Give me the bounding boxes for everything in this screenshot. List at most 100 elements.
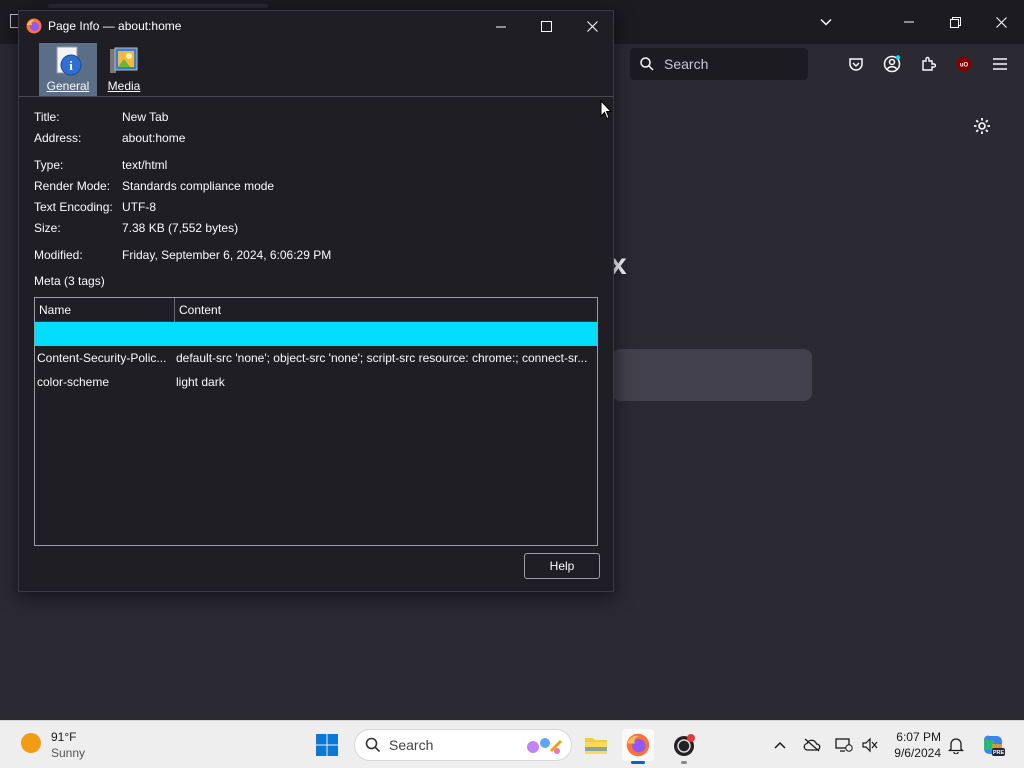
puzzle-icon [922,56,936,71]
windows-start-icon[interactable] [315,733,339,757]
account-button[interactable] [882,54,902,74]
title-label: Title: [34,110,60,124]
network-icon [835,738,853,752]
bell-icon [948,738,964,754]
browser-tab[interactable] [48,4,268,8]
tab-overview-icon[interactable] [10,14,18,28]
folder-icon [585,738,607,754]
meta-table[interactable]: Name Content Content-Security-Polic... d… [34,297,598,546]
file-explorer-button[interactable] [580,729,612,761]
mouse-cursor-icon [600,100,612,120]
notifications-button[interactable] [946,735,966,755]
column-header-content[interactable]: Content [175,298,221,322]
ublock-origin-button[interactable]: uO [954,54,974,74]
taskbar: 91°F Sunny Search 6:07 PM 9/6/2024 PRE [0,720,1024,768]
meta-name-cell: Content-Security-Polic... [37,351,167,365]
meta-content-cell: default-src 'none'; object-src 'none'; s… [176,351,588,365]
type-label: Type: [34,158,64,172]
obs-icon [674,734,695,756]
taskbar-search-box[interactable]: Search [354,729,572,761]
restore-icon [949,16,961,28]
pocket-icon [849,58,863,71]
browser-close-button[interactable] [978,0,1024,44]
table-header: Name Content [35,298,597,322]
obs-studio-button[interactable] [668,729,700,764]
firefox-taskbar-button[interactable] [622,729,654,764]
maximize-icon [540,21,552,32]
media-icon [110,47,138,73]
firefox-logo-icon [626,733,650,757]
tab-general-label: General [46,79,90,93]
speaker-muted-icon [862,737,878,753]
chevron-down-icon [820,18,832,26]
weather-description[interactable]: Sunny [51,746,85,760]
render-mode-value: Standards compliance mode [122,179,275,193]
cloud-off-icon [803,738,821,752]
tab-general[interactable]: i General [39,43,97,96]
dialog-titlebar: Page Info — about:home [19,11,613,42]
dialog-minimize-button[interactable] [478,11,524,42]
active-app-indicator [631,761,645,764]
browser-minimize-button[interactable] [886,0,932,44]
browser-search-placeholder: Search [664,56,709,72]
column-header-name[interactable]: Name [35,298,175,322]
text-encoding-value: UTF-8 [122,200,156,214]
size-label: Size: [34,221,61,235]
minimize-icon [496,26,506,27]
ublock-origin-icon: uO [956,56,972,72]
type-value: text/html [122,158,168,172]
close-icon [995,16,1007,28]
app-menu-button[interactable] [990,54,1010,74]
copilot-button[interactable]: PRE [980,732,1006,758]
tab-media-label: Media [107,79,141,93]
taskbar-search-placeholder: Search [389,737,434,753]
network-tray-button[interactable] [834,735,854,755]
weather-temperature[interactable]: 91°F [51,730,76,744]
help-button[interactable]: Help [524,553,600,579]
table-row[interactable]: color-scheme light dark [35,370,597,394]
extensions-button[interactable] [918,54,938,74]
copilot-icon: PRE [984,735,1005,756]
dialog-tab-bar: i General Media [19,42,613,97]
browser-restore-button[interactable] [932,0,978,44]
account-icon [883,55,901,73]
dialog-maximize-button[interactable] [523,11,569,42]
modified-label: Modified: [34,248,83,262]
search-icon [365,737,381,753]
close-icon [586,21,598,32]
size-value: 7.38 KB (7,552 bytes) [122,221,239,235]
onedrive-tray-button[interactable] [802,735,822,755]
search-icon [640,57,654,71]
dialog-close-button[interactable] [569,11,615,42]
svg-text:i: i [69,58,73,73]
pocket-button[interactable] [846,54,866,74]
render-mode-label: Render Mode: [34,179,111,193]
address-value: about:home [122,131,186,145]
volume-tray-button[interactable] [860,735,880,755]
gear-icon[interactable] [972,116,992,136]
dialog-title: Page Info — about:home [48,19,182,33]
tab-media[interactable]: Media [95,43,153,96]
search-highlight-icon [527,738,563,754]
hamburger-menu-icon [993,58,1007,70]
address-label: Address: [34,131,82,145]
clock-date[interactable]: 9/6/2024 [886,746,941,760]
list-all-tabs-button[interactable] [803,0,849,44]
info-icon: i [56,46,82,76]
modified-value: Friday, September 6, 2024, 6:06:29 PM [122,248,332,262]
svg-text:uO: uO [960,63,969,69]
running-app-indicator [681,761,687,764]
sun-icon[interactable] [21,733,41,753]
title-value: New Tab [122,110,169,124]
browser-search-box[interactable]: Search [630,48,808,80]
text-encoding-label: Text Encoding: [34,200,113,214]
table-row[interactable]: Content-Security-Polic... default-src 'n… [35,346,597,370]
show-hidden-icons-button[interactable] [770,735,790,755]
page-info-dialog: Page Info — about:home i General Media T… [18,10,614,592]
table-row[interactable] [35,322,597,346]
svg-text:PRE: PRE [993,750,1005,756]
clock-time[interactable]: 6:07 PM [896,730,941,744]
new-tab-search-box[interactable] [612,349,812,401]
meta-heading: Meta (3 tags) [34,274,105,288]
meta-content-cell: light dark [176,375,225,389]
